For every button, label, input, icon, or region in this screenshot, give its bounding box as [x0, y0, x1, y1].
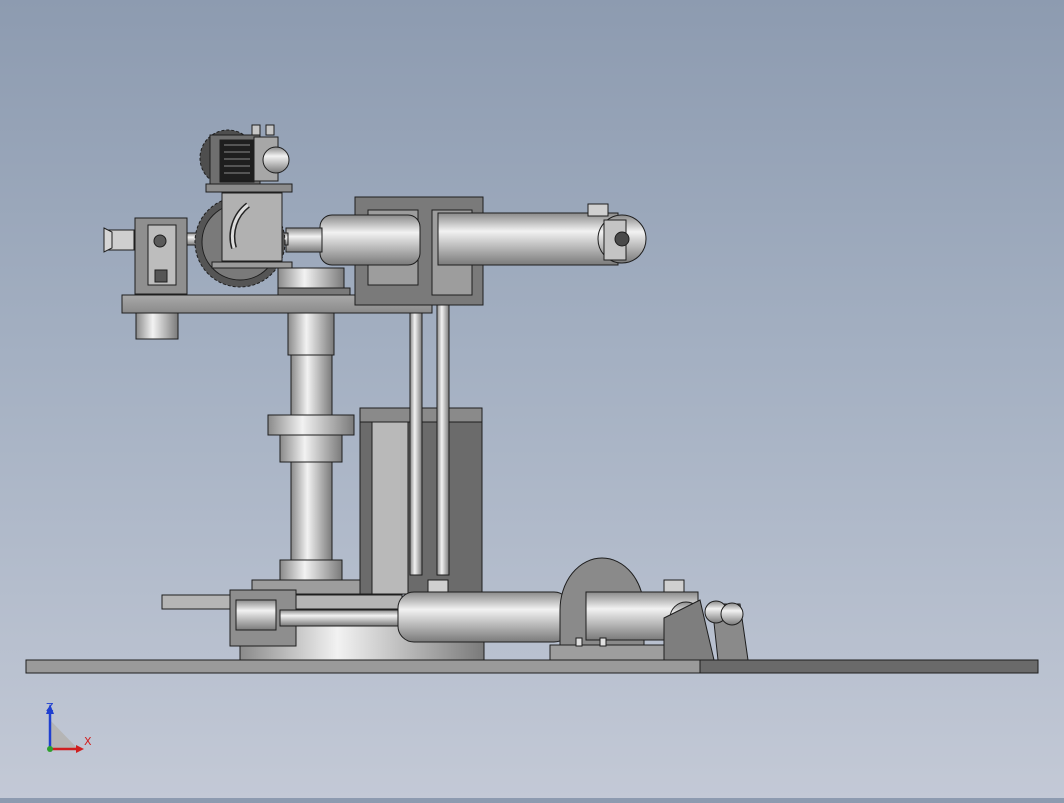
lower-hydraulic-cylinder-part	[279, 609, 411, 627]
wrist-shaft-part	[153, 234, 167, 248]
lower-trunnion	[549, 557, 749, 661]
upper-arm-plate-part	[277, 287, 351, 296]
base-plate	[25, 659, 1039, 674]
base-plate-part	[25, 659, 701, 674]
main-column-part	[279, 559, 343, 581]
top-motor-gear-part	[251, 124, 261, 136]
upper-arm-plate-part	[135, 312, 179, 340]
lower-hydraulic-cylinder-part	[397, 591, 571, 643]
lower-trunnion-part	[599, 637, 607, 647]
z-axis-label: Z	[46, 701, 54, 714]
base-plate-part	[699, 659, 1039, 674]
cad-viewport[interactable]: Z X	[0, 0, 1064, 798]
top-motor-gear-part	[205, 183, 293, 193]
gripper-jaws	[103, 227, 135, 253]
lift-bracket-part	[436, 304, 450, 576]
main-column-part	[279, 434, 343, 463]
cad-model-canvas[interactable]: Z X	[0, 0, 1064, 798]
upper-arm-plate-part	[277, 267, 345, 289]
lower-hydraulic-cylinder-part	[235, 599, 277, 631]
upper-hydraulic-cylinder-part	[587, 203, 609, 217]
main-column-part	[267, 414, 355, 436]
upper-hydraulic-cylinder-part	[285, 227, 323, 253]
gripper-jaws-part	[103, 227, 113, 253]
upper-hydraulic-cylinder-part	[437, 212, 619, 266]
y-axis-dot	[47, 746, 53, 752]
lower-hydraulic-cylinder-part	[427, 579, 449, 593]
x-axis-arrow	[76, 745, 84, 753]
axis-triad: Z X	[46, 701, 92, 753]
upper-hydraulic-cylinder-part	[614, 231, 630, 247]
upper-hydraulic-cylinder	[285, 203, 647, 266]
top-motor-gear	[199, 124, 293, 193]
top-motor-gear-part	[262, 146, 290, 174]
upper-hydraulic-cylinder-part	[319, 214, 421, 266]
lift-bracket-part	[371, 421, 409, 595]
x-axis-label: X	[84, 735, 92, 748]
top-motor-gear-part	[219, 139, 255, 183]
lower-trunnion-part	[663, 579, 685, 593]
wrist-gear-part	[211, 261, 293, 269]
main-column	[267, 299, 355, 581]
lower-trunnion-part	[575, 637, 583, 647]
wrist-shaft-part	[154, 269, 168, 283]
lift-bracket	[359, 304, 483, 595]
wrist-gear	[194, 192, 293, 288]
triad-plane	[50, 720, 78, 749]
lift-bracket-part	[409, 304, 423, 576]
lower-trunnion-part	[720, 602, 744, 626]
top-motor-gear-part	[265, 124, 275, 136]
